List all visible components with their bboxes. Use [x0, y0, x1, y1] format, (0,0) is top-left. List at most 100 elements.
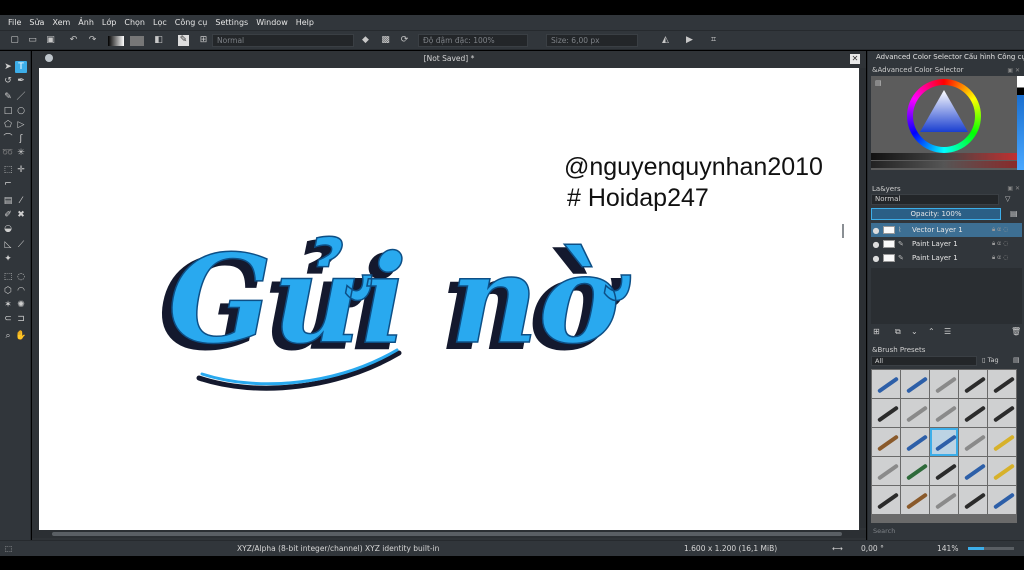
- panel-float-buttons[interactable]: ▣ ✕: [1007, 67, 1020, 74]
- move-tool-icon[interactable]: ✛: [15, 164, 27, 176]
- reference-tool-icon[interactable]: ✦: [2, 253, 14, 265]
- pan-tool-icon[interactable]: ✋: [15, 330, 27, 342]
- brush-preset[interactable]: [872, 486, 900, 514]
- brush-preset[interactable]: [988, 370, 1016, 398]
- measure-tool-icon[interactable]: ⟋: [15, 239, 27, 251]
- mirror-vertical-icon[interactable]: ▶: [684, 35, 695, 46]
- save-icon[interactable]: ▣: [45, 35, 56, 46]
- dynamic-brush-icon[interactable]: ➿: [2, 147, 14, 159]
- canvas[interactable]: @nguyenquynhan2010 # Hoidap247 Gửi nờ Gử…: [39, 68, 859, 532]
- brush-preset[interactable]: [872, 370, 900, 398]
- layer-row[interactable]: ● ⌇ Vector Layer 1 🔒︎ α ◌: [871, 223, 1022, 237]
- menu-help[interactable]: Help: [292, 18, 318, 27]
- tab-tool-options[interactable]: Cấu hình Công cụ: [964, 53, 1024, 61]
- ellipse-select-icon[interactable]: ◌: [15, 271, 27, 283]
- magnetic-select-icon[interactable]: ⊐: [15, 313, 27, 325]
- brush-preset[interactable]: [959, 399, 987, 427]
- menu-file[interactable]: File: [4, 18, 25, 27]
- brush-preset[interactable]: [959, 370, 987, 398]
- menu-filter[interactable]: Lọc: [149, 18, 171, 27]
- dock-splitter-handle[interactable]: [842, 224, 854, 238]
- menu-view[interactable]: Xem: [48, 18, 74, 27]
- add-layer-icon[interactable]: ⊞: [873, 327, 880, 336]
- rotation-reset-icon[interactable]: ⟷: [832, 544, 843, 553]
- layer-thumbnail-toggle-icon[interactable]: ▤: [1010, 209, 1018, 218]
- presets-view-icon[interactable]: ▤: [1013, 356, 1020, 364]
- line-tool-icon[interactable]: ／: [15, 91, 27, 103]
- polygon-tool-icon[interactable]: ⬠: [2, 119, 14, 131]
- preserve-alpha-icon[interactable]: ▩: [380, 35, 391, 46]
- vertical-scrollbar[interactable]: [860, 68, 866, 528]
- calligraphy-icon[interactable]: ✒: [15, 75, 27, 87]
- zoom-slider[interactable]: [968, 547, 1014, 550]
- wrap-around-icon[interactable]: ⌗: [708, 35, 719, 46]
- menu-settings[interactable]: Settings: [211, 18, 252, 27]
- visibility-icon[interactable]: ●: [871, 240, 881, 249]
- horizontal-scrollbar[interactable]: [32, 530, 866, 538]
- brush-preset[interactable]: [959, 457, 987, 485]
- blend-mode-select[interactable]: Normal: [212, 34, 354, 47]
- brush-size-field[interactable]: Size: 6,00 px: [546, 34, 638, 47]
- fill-tool-icon[interactable]: ◒: [2, 223, 14, 235]
- delete-layer-icon[interactable]: 🗑︎: [1011, 327, 1021, 336]
- status-options-icon[interactable]: ⬚: [5, 544, 12, 553]
- close-document-icon[interactable]: ✕: [850, 54, 860, 64]
- layer-row[interactable]: ● ✎ Paint Layer 1 🔒︎ α ◌: [871, 237, 1022, 251]
- menu-layer[interactable]: Lớp: [98, 18, 120, 27]
- brush-preset[interactable]: [930, 457, 958, 485]
- color-selector[interactable]: ▤: [871, 76, 1017, 170]
- undo-icon[interactable]: ↶: [68, 35, 79, 46]
- freehand-path-icon[interactable]: ʃ: [15, 133, 27, 145]
- freehand-select-icon[interactable]: ◠: [15, 285, 27, 297]
- hue-wheel[interactable]: [907, 79, 981, 153]
- menu-window[interactable]: Window: [252, 18, 292, 27]
- brush-preset[interactable]: [988, 399, 1016, 427]
- fg-bg-color-icon[interactable]: ◧: [153, 35, 164, 46]
- layer-blend-select[interactable]: Normal: [871, 194, 999, 205]
- brush-preset[interactable]: [930, 399, 958, 427]
- brush-preset-selected[interactable]: [930, 428, 958, 456]
- pattern-swatch[interactable]: [130, 36, 144, 46]
- layer-name[interactable]: Paint Layer 1: [906, 240, 992, 248]
- brush-preset-icon[interactable]: ✎: [178, 35, 189, 46]
- color-triangle[interactable]: [913, 85, 975, 147]
- contiguous-select-icon[interactable]: ✶: [2, 299, 14, 311]
- zoom-label[interactable]: 141%: [937, 544, 958, 553]
- brush-preset[interactable]: [901, 399, 929, 427]
- redo-icon[interactable]: ↷: [87, 35, 98, 46]
- tab-advanced-color-selector[interactable]: Advanced Color Selector: [876, 53, 962, 61]
- ellipse-tool-icon[interactable]: ○: [15, 105, 27, 117]
- brush-preset[interactable]: [901, 370, 929, 398]
- brush-preset[interactable]: [901, 486, 929, 514]
- layer-flags[interactable]: 🔒︎ α ◌: [992, 226, 1022, 234]
- brush-preset[interactable]: [901, 457, 929, 485]
- layer-flags[interactable]: 🔒︎ α ◌: [992, 240, 1022, 248]
- brush-preset[interactable]: [930, 370, 958, 398]
- visibility-icon[interactable]: ●: [871, 254, 881, 263]
- transform-tool-icon[interactable]: ⬚: [2, 164, 14, 176]
- open-folder-icon[interactable]: ▭: [27, 35, 38, 46]
- layer-filter-icon[interactable]: ▽: [1005, 195, 1010, 203]
- layer-properties-icon[interactable]: ☰: [944, 327, 951, 336]
- menu-edit[interactable]: Sửa: [25, 18, 48, 27]
- zoom-tool-icon[interactable]: ⌕: [2, 330, 14, 342]
- brush-preset[interactable]: [872, 457, 900, 485]
- edit-shapes-icon[interactable]: ↺: [2, 75, 14, 87]
- assistant-tool-icon[interactable]: ◺: [2, 239, 14, 251]
- color-history-strip[interactable]: [1017, 76, 1024, 170]
- scrollbar-thumb[interactable]: [52, 532, 842, 536]
- visibility-icon[interactable]: ●: [871, 226, 881, 235]
- similar-select-icon[interactable]: ✺: [15, 299, 27, 311]
- bezier-tool-icon[interactable]: ⌒: [2, 133, 14, 145]
- color-space-label[interactable]: XYZ/Alpha (8-bit integer/channel) XYZ id…: [237, 544, 439, 553]
- layer-opacity-slider[interactable]: Opacity: 100%: [871, 208, 1001, 220]
- gradient-tool-icon[interactable]: ▤: [2, 195, 14, 207]
- presets-tag-button[interactable]: ▯ Tag: [982, 356, 999, 364]
- rotation-label[interactable]: 0,00 °: [861, 544, 884, 553]
- brush-preset[interactable]: [959, 428, 987, 456]
- menu-image[interactable]: Ảnh: [74, 18, 98, 27]
- polygon-select-icon[interactable]: ⬡: [2, 285, 14, 297]
- layer-name[interactable]: Vector Layer 1: [906, 226, 992, 234]
- new-document-icon[interactable]: ▢: [9, 35, 20, 46]
- multibrush-icon[interactable]: ✳: [15, 147, 27, 159]
